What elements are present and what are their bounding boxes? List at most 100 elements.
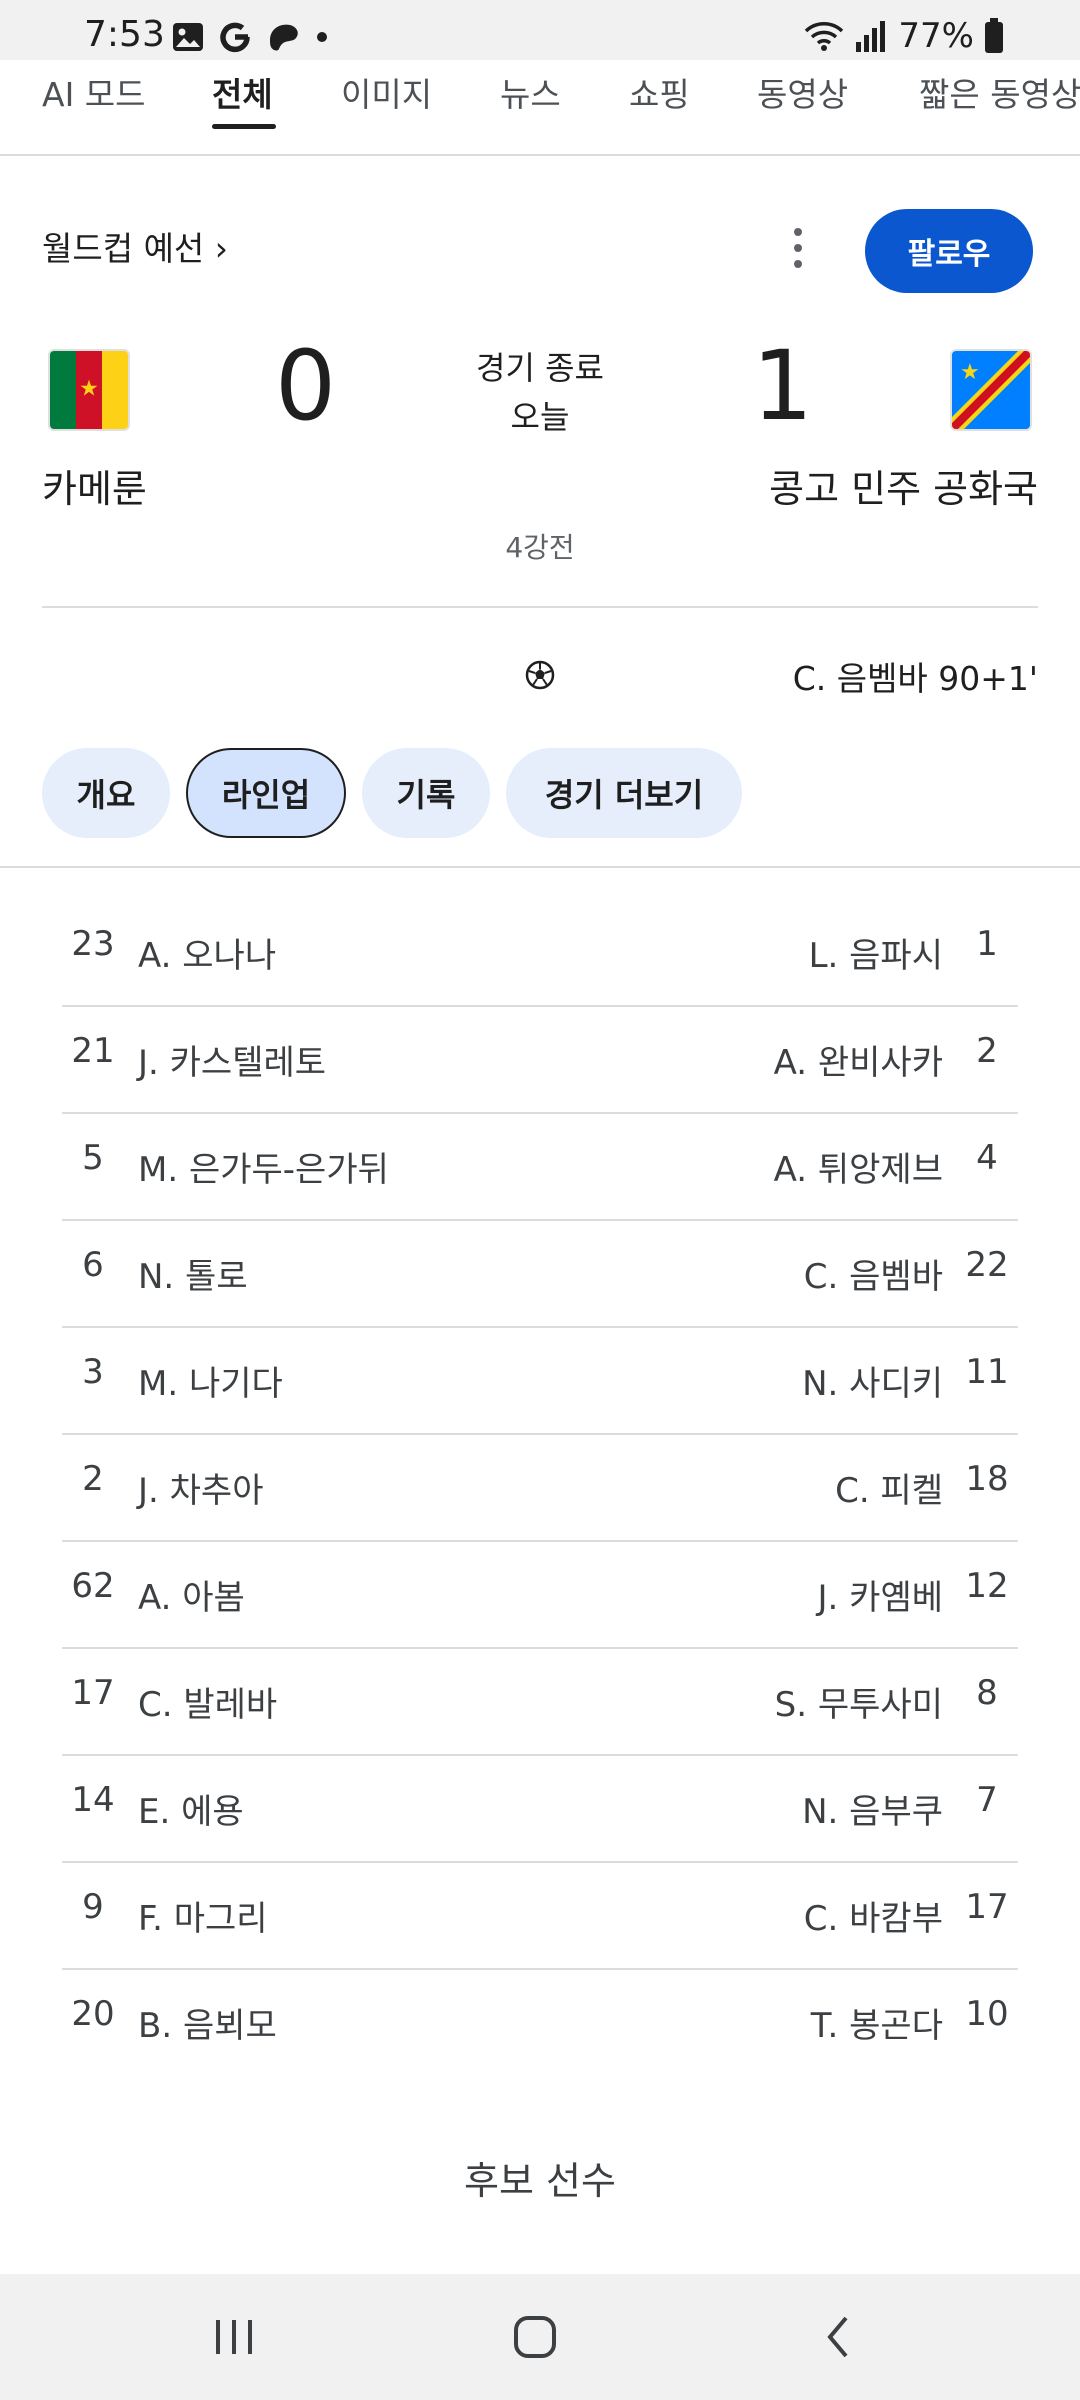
away-player-number: 11 (965, 1352, 1009, 1392)
divider (42, 606, 1038, 608)
lineup-row: 9 F. 마그리 C. 바캄부 17 (62, 1863, 1018, 1970)
recents-icon[interactable] (212, 2312, 256, 2362)
status-time: 7:53 (84, 14, 165, 55)
active-tab-indicator (212, 124, 276, 129)
dot-icon (317, 32, 327, 42)
more-options-icon[interactable] (788, 228, 808, 268)
home-player-name[interactable]: J. 카스텔레토 (138, 1035, 326, 1084)
home-player-number: 9 (82, 1887, 104, 1927)
match-date: 오늘 (510, 398, 570, 436)
lineup-table: 23 A. 오나나 L. 음파시 1 21 J. 카스텔레토 A. 완비사카 2 5 M. 은가두… (62, 900, 1018, 2077)
home-player-name[interactable]: E. 에용 (138, 1784, 244, 1833)
home-player-number: 2 (82, 1459, 104, 1499)
home-player-name[interactable]: A. 오나나 (138, 928, 276, 977)
away-player-name[interactable]: N. 사디키 (802, 1356, 943, 1405)
lineup-row: 6 N. 톨로 C. 음벰바 22 (62, 1221, 1018, 1328)
notification-icons (172, 20, 328, 54)
away-player-name[interactable]: A. 완비사카 (774, 1035, 943, 1084)
away-player-name[interactable]: C. 피켈 (835, 1463, 943, 1512)
discover-icon (270, 24, 298, 51)
tab-shopping[interactable]: 쇼핑 (629, 68, 690, 116)
home-player-number: 6 (82, 1245, 104, 1285)
away-player-name[interactable]: J. 카옘베 (818, 1570, 943, 1619)
away-score: 1 (752, 330, 814, 442)
home-icon[interactable] (512, 2312, 558, 2362)
home-player-name[interactable]: M. 은가두-은가뒤 (138, 1142, 389, 1191)
signal-icon (856, 21, 886, 52)
tab-ai-mode[interactable]: AI 모드 (42, 68, 146, 116)
match-round: 4강전 (505, 531, 575, 564)
chip-lineup[interactable]: 라인업 (186, 748, 346, 838)
away-player-name[interactable]: N. 음부쿠 (802, 1784, 943, 1833)
home-player-name[interactable]: F. 마그리 (138, 1891, 268, 1940)
away-player-name[interactable]: C. 바캄부 (804, 1891, 943, 1940)
home-player-number: 3 (82, 1352, 104, 1392)
svg-text:★: ★ (960, 360, 980, 385)
home-player-name[interactable]: N. 톨로 (138, 1249, 248, 1298)
away-player-number: 10 (965, 1994, 1009, 2034)
lineup-row: 14 E. 에용 N. 음부쿠 7 (62, 1756, 1018, 1863)
lineup-row: 5 M. 은가두-은가뒤 A. 튀앙제브 4 (62, 1114, 1018, 1221)
tab-news[interactable]: 뉴스 (500, 68, 561, 116)
system-icons: 77% (804, 16, 1004, 56)
chip-more-match[interactable]: 경기 더보기 (506, 748, 742, 838)
home-player-number: 23 (71, 924, 115, 964)
away-player-number: 4 (976, 1138, 998, 1178)
lineup-row: 17 C. 발레바 S. 무투사미 8 (62, 1649, 1018, 1756)
away-player-number: 17 (965, 1887, 1009, 1927)
chip-overview[interactable]: 개요 (42, 748, 170, 838)
away-player-number: 18 (965, 1459, 1009, 1499)
lineup-row: 2 J. 차추아 C. 피켈 18 (62, 1435, 1018, 1542)
goal-scorer: C. 음벰바 90+1' (792, 659, 1038, 698)
tab-all[interactable]: 전체 (212, 68, 273, 116)
away-player-number: 8 (976, 1673, 998, 1713)
wifi-icon (805, 22, 844, 51)
lineup-row: 21 J. 카스텔레토 A. 완비사카 2 (62, 1007, 1018, 1114)
match-status: 경기 종료 (476, 349, 604, 387)
away-player-name[interactable]: A. 튀앙제브 (774, 1142, 943, 1191)
competition-link[interactable]: 월드컵 예선 › (42, 222, 228, 270)
chip-stats[interactable]: 기록 (362, 748, 490, 838)
tab-images[interactable]: 이미지 (341, 68, 432, 116)
lineup-row: 3 M. 나기다 N. 사디키 11 (62, 1328, 1018, 1435)
home-player-name[interactable]: J. 차추아 (138, 1463, 263, 1512)
substitutes-header[interactable]: 후보 선수 (0, 2150, 1080, 2205)
battery-icon (985, 18, 1003, 53)
home-player-name[interactable]: C. 발레바 (138, 1677, 277, 1726)
home-player-number: 62 (71, 1566, 115, 1606)
lineup-row: 20 B. 음뵈모 T. 봉곤다 10 (62, 1970, 1018, 2077)
home-player-number: 21 (71, 1031, 115, 1071)
home-player-number: 5 (82, 1138, 104, 1178)
follow-button[interactable]: 팔로우 (865, 209, 1033, 293)
away-player-number: 12 (965, 1566, 1009, 1606)
away-player-name[interactable]: L. 음파시 (809, 928, 943, 977)
home-player-name[interactable]: M. 나기다 (138, 1356, 283, 1405)
away-player-number: 1 (976, 924, 998, 964)
cameroon-flag-icon: ★ (48, 349, 130, 431)
away-player-name[interactable]: C. 음벰바 (804, 1249, 943, 1298)
home-score: 0 (275, 330, 337, 442)
away-player-number: 2 (976, 1031, 998, 1071)
google-icon (220, 22, 250, 53)
tab-videos[interactable]: 동영상 (757, 68, 848, 116)
away-team-name[interactable]: 콩고 민주 공화국 (769, 458, 1038, 513)
dr-congo-flag-icon: ★ (950, 349, 1032, 431)
tab-short-videos[interactable]: 짧은 동영상 (919, 68, 1080, 116)
battery-percent: 77% (898, 16, 974, 56)
home-player-number: 14 (71, 1780, 115, 1820)
home-player-number: 20 (71, 1994, 115, 2034)
lineup-row: 23 A. 오나나 L. 음파시 1 (62, 900, 1018, 1007)
home-player-name[interactable]: A. 아봄 (138, 1570, 245, 1619)
divider (0, 866, 1080, 868)
navigation-bar (0, 2274, 1080, 2400)
home-team-name[interactable]: 카메룬 (42, 458, 147, 513)
away-player-name[interactable]: S. 무투사미 (775, 1677, 943, 1726)
home-player-name[interactable]: B. 음뵈모 (138, 1998, 277, 2047)
away-player-number: 7 (976, 1780, 998, 1820)
image-icon (173, 23, 203, 51)
away-player-name[interactable]: T. 봉곤다 (811, 1998, 943, 2047)
search-tabs: AI 모드 전체 이미지 뉴스 쇼핑 동영상 짧은 동영상 (0, 60, 1080, 156)
lineup-row: 62 A. 아봄 J. 카옘베 12 (62, 1542, 1018, 1649)
away-player-number: 22 (965, 1245, 1009, 1285)
back-icon[interactable] (822, 2312, 852, 2362)
